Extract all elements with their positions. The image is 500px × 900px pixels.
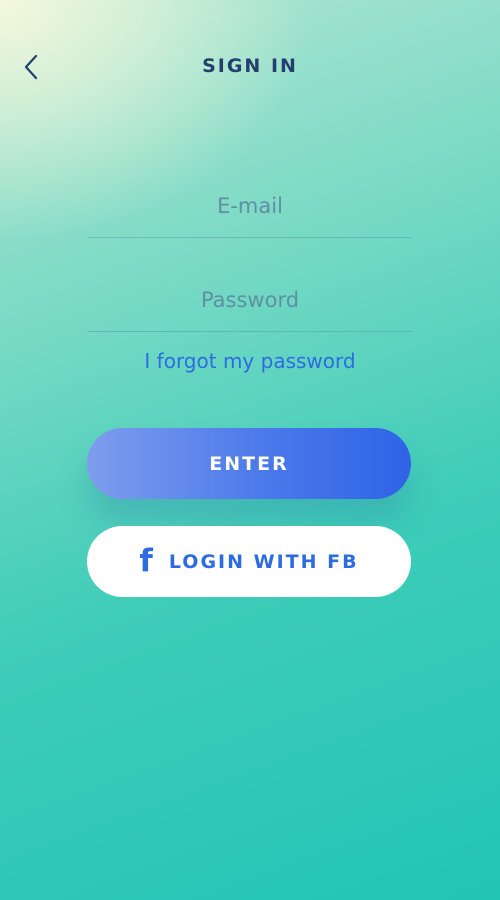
- login-with-fb-label: LOGIN WITH FB: [168, 550, 359, 573]
- email-input[interactable]: [88, 175, 412, 237]
- page-title: SIGN IN: [202, 55, 298, 77]
- password-input[interactable]: [88, 269, 412, 331]
- login-with-fb-button[interactable]: f LOGIN WITH FB: [87, 526, 411, 597]
- password-field: [88, 269, 412, 332]
- enter-button[interactable]: ENTER: [87, 428, 411, 499]
- facebook-icon: f: [139, 543, 153, 579]
- sign-in-screen: SIGN IN I forgot my password ENTER f LOG…: [0, 0, 500, 900]
- email-field: [88, 175, 412, 238]
- forgot-password-link[interactable]: I forgot my password: [0, 349, 500, 373]
- enter-button-label: ENTER: [209, 452, 289, 475]
